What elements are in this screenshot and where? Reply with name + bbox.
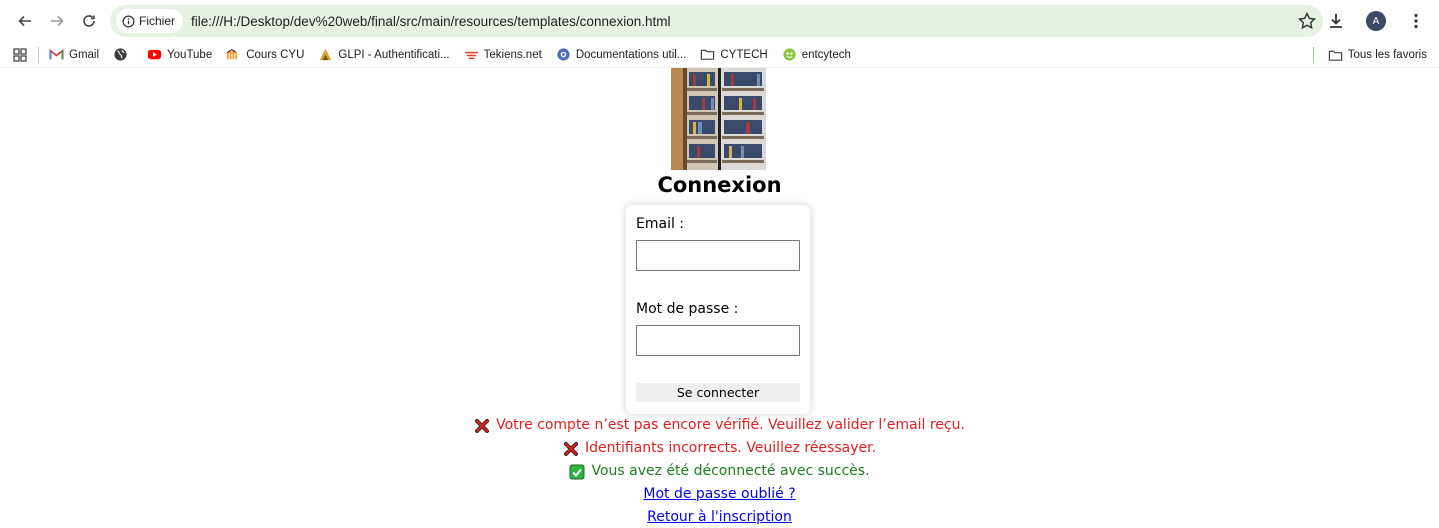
ent-icon <box>782 47 797 62</box>
bookmark-label: Cours CYU <box>246 48 305 61</box>
error-message-credentials: Identifiants incorrects. Veuillez réessa… <box>0 437 1439 460</box>
bookmark-label: CYTECH <box>720 48 768 61</box>
bookmark-label: Documentations util... <box>575 48 687 61</box>
bookmark-tekiens[interactable]: Tekiens.net <box>464 47 542 62</box>
password-label: Mot de passe : <box>636 301 739 317</box>
avatar: A <box>1366 11 1386 31</box>
site-info-chip[interactable]: Fichier <box>116 9 184 33</box>
bookmark-youtube[interactable]: YouTube <box>147 47 212 62</box>
downloads-button[interactable] <box>1321 6 1351 36</box>
back-to-signup-link[interactable]: Retour à l'inscription <box>0 506 1439 528</box>
check-mark-icon <box>569 464 585 480</box>
reload-button[interactable] <box>74 6 104 36</box>
back-arrow-icon <box>18 15 31 27</box>
login-button[interactable]: Se connecter <box>636 383 800 402</box>
email-label: Email : <box>636 216 685 232</box>
globe-icon <box>113 47 128 62</box>
info-icon <box>122 15 135 27</box>
site-chip-label: Fichier <box>139 14 176 28</box>
forgot-password-link[interactable]: Mot de passe oublié ? <box>0 483 1439 506</box>
gmail-icon <box>49 47 64 62</box>
forward-arrow-icon <box>51 15 64 27</box>
back-button[interactable] <box>10 6 40 36</box>
bookmark-star-icon[interactable] <box>1297 11 1317 31</box>
tekiens-icon <box>464 47 479 62</box>
bookmarks-separator <box>38 46 39 63</box>
bookmark-label: GLPI - Authentificati... <box>338 48 450 61</box>
address-bar[interactable]: Fichier file:///H:/Desktop/dev%20web/fin… <box>110 5 1323 37</box>
bookmark-globe[interactable] <box>113 47 133 62</box>
download-icon <box>1330 14 1342 28</box>
error-message-text: Identifiants incorrects. Veuillez réessa… <box>584 440 877 456</box>
forward-button[interactable] <box>42 6 72 36</box>
bookmark-label: YouTube <box>167 48 213 61</box>
success-message-text: Vous avez été déconnecté avec succès. <box>591 463 870 479</box>
page-title: Connexion <box>657 173 782 197</box>
glpi-icon <box>318 47 333 62</box>
all-bookmarks-area: Tous les favoris <box>1312 42 1427 68</box>
reload-icon <box>83 15 95 27</box>
bookmark-documentations[interactable]: Documentations util... <box>556 47 687 62</box>
kebab-menu-icon <box>1414 13 1418 29</box>
email-input[interactable] <box>636 240 800 271</box>
browser-toolbar: Fichier file:///H:/Desktop/dev%20web/fin… <box>0 0 1439 42</box>
url-text[interactable]: file:///H:/Desktop/dev%20web/final/src/m… <box>191 14 670 29</box>
bookmark-label: entcytech <box>801 48 851 61</box>
bookmark-entcytech[interactable]: entcytech <box>782 47 851 62</box>
bookmarks-right-separator <box>1312 47 1314 63</box>
bookmark-folder-cytech[interactable]: CYTECH <box>700 47 768 62</box>
login-form: Email : Mot de passe : Se connecter <box>626 205 810 414</box>
youtube-icon <box>147 47 162 62</box>
library-bookshelf-image <box>671 68 766 170</box>
bookmark-glpi[interactable]: GLPI - Authentificati... <box>318 47 450 62</box>
bookmark-label: Tekiens.net <box>483 48 542 61</box>
all-bookmarks-button[interactable]: Tous les favoris <box>1328 48 1427 63</box>
docs-icon <box>556 47 571 62</box>
cross-mark-icon <box>563 441 579 457</box>
password-input[interactable] <box>636 325 800 356</box>
messages-area: Votre compte n’est pas encore vérifié. V… <box>0 414 1439 528</box>
profile-button[interactable]: A <box>1361 6 1391 36</box>
folder-icon <box>700 47 715 62</box>
bookmark-cours-cyu[interactable]: Cours CYU <box>226 47 304 62</box>
bookmark-gmail[interactable]: Gmail <box>49 47 99 62</box>
apps-grid-icon[interactable] <box>12 47 28 63</box>
bookmark-label: Gmail <box>69 48 100 61</box>
cross-mark-icon <box>474 418 490 434</box>
error-message-text: Votre compte n’est pas encore vérifié. V… <box>496 417 965 433</box>
success-message-logout: Vous avez été déconnecté avec succès. <box>0 460 1439 483</box>
moodle-icon <box>226 47 241 62</box>
bookmarks-bar: Gmail YouTube Cours CYU GLPI - Authentif… <box>0 42 1439 68</box>
error-message-unverified: Votre compte n’est pas encore vérifié. V… <box>0 414 1439 437</box>
page-content: Connexion Email : Mot de passe : Se conn… <box>0 68 1439 528</box>
all-bookmarks-label: Tous les favoris <box>1347 49 1427 61</box>
folder-icon <box>1328 48 1343 63</box>
menu-button[interactable] <box>1401 6 1431 36</box>
